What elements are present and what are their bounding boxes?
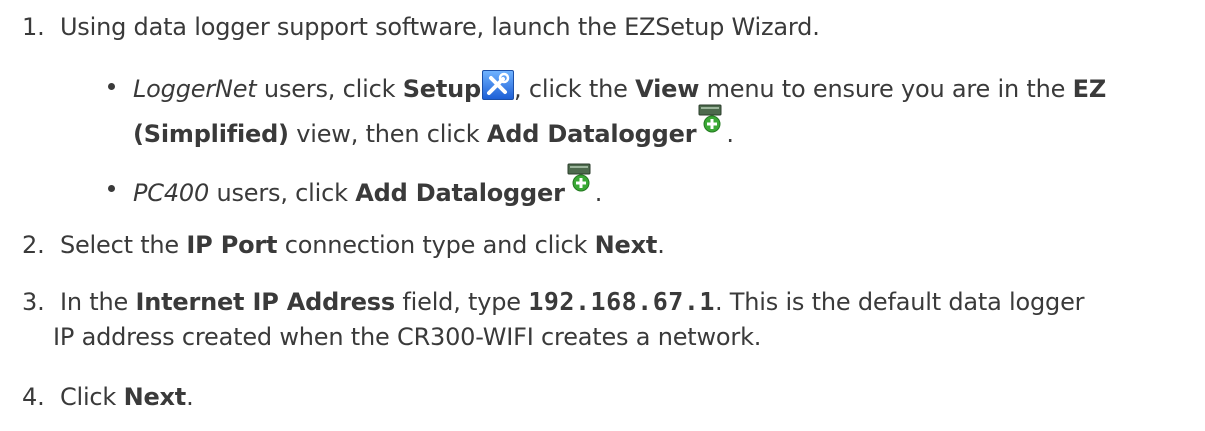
- step-4: 4. Click Next.: [22, 382, 194, 412]
- next-label: Next: [594, 231, 658, 259]
- text-span: users, click: [209, 179, 356, 207]
- bullet-dot: [108, 185, 115, 192]
- step-3-continuation: IP address created when the CR300-WIFI c…: [53, 322, 761, 352]
- text-span: connection type and click: [277, 231, 595, 259]
- software-name: LoggerNet: [133, 75, 257, 103]
- text-span: Select the: [59, 231, 187, 259]
- next-label: Next: [123, 383, 187, 411]
- add-datalogger-icon: [565, 163, 595, 204]
- text-span: In the: [59, 288, 136, 316]
- text-span: menu to ensure you are in the: [699, 75, 1073, 103]
- step-number: 1.: [22, 13, 45, 41]
- text-span: , click the: [514, 75, 636, 103]
- add-datalogger-label: Add Datalogger: [486, 120, 697, 148]
- step-3: 3. In the Internet IP Address field, typ…: [22, 287, 1085, 317]
- ez-label: EZ: [1072, 75, 1107, 103]
- text-span: users, click: [256, 75, 403, 103]
- text-span: .: [657, 231, 665, 259]
- step-text: Using data logger support software, laun…: [59, 13, 820, 41]
- add-datalogger-icon: [696, 104, 726, 145]
- setup-label: Setup: [402, 75, 482, 103]
- instruction-document: 1. Using data logger support software, l…: [0, 0, 1205, 431]
- step-number: 2.: [22, 231, 45, 259]
- bullet-1-line-2: (Simplified) view, then click Add Datalo…: [133, 104, 734, 149]
- text-span: .: [726, 120, 734, 148]
- setup-tools-icon: [482, 70, 515, 100]
- text-span: view, then click: [288, 120, 487, 148]
- software-name: PC400: [133, 179, 210, 207]
- bullet-2: PC400 users, click Add Datalogger .: [133, 163, 603, 208]
- bullet-dot: [108, 83, 115, 90]
- text-span: . This is the default data logger: [714, 288, 1085, 316]
- view-menu-label: View: [635, 75, 700, 103]
- step-1: 1. Using data logger support software, l…: [22, 12, 820, 42]
- bullet-1-line-1: LoggerNet users, click Setup , click the…: [133, 70, 1106, 104]
- ip-port-label: IP Port: [186, 231, 278, 259]
- step-2: 2. Select the IP Port connection type an…: [22, 230, 665, 260]
- ip-address-value: 192.168.67.1: [528, 287, 715, 316]
- step-number: 3.: [22, 288, 45, 316]
- simplified-label: (Simplified): [133, 120, 289, 148]
- ip-address-field-label: Internet IP Address: [135, 288, 395, 316]
- text-span: field, type: [394, 288, 529, 316]
- text-span: .: [186, 383, 194, 411]
- add-datalogger-label: Add Datalogger: [355, 179, 565, 207]
- step-number: 4.: [22, 383, 45, 411]
- text-span: IP address created when the CR300-WIFI c…: [53, 323, 762, 351]
- text-span: .: [594, 179, 603, 207]
- text-span: Click: [59, 383, 124, 411]
